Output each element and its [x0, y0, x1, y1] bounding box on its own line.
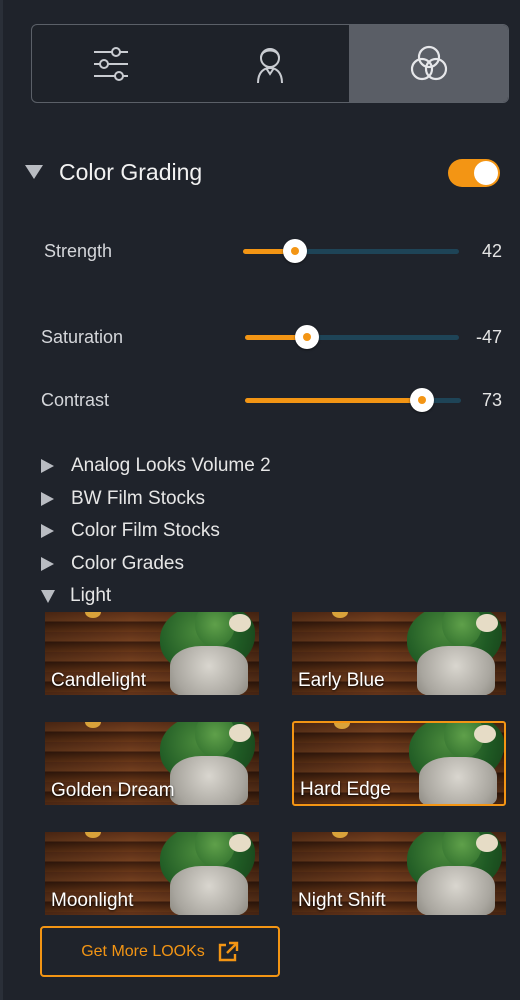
- slider-value: -47: [475, 327, 502, 347]
- bag-decoration: [417, 646, 495, 695]
- color-circles-icon: [410, 45, 447, 80]
- collapse-triangle-icon: [41, 589, 55, 603]
- bag-decoration: [170, 646, 248, 695]
- look-label: Moonlight: [51, 890, 134, 911]
- expand-triangle-icon: [41, 524, 54, 539]
- category-analog-looks[interactable]: Analog Looks Volume 2: [41, 450, 271, 483]
- category-label: BW Film Stocks: [71, 487, 206, 509]
- look-tile-golden-dream[interactable]: Golden Dream: [45, 722, 259, 805]
- slider-fill: [245, 398, 423, 403]
- garlic-decoration: [229, 724, 251, 742]
- garlic-decoration: [229, 834, 251, 852]
- slider-label: Strength: [44, 241, 113, 261]
- panel-edge: [0, 0, 3, 1000]
- sliders-icon: [94, 46, 129, 81]
- expand-triangle-icon: [41, 491, 54, 506]
- bag-decoration: [170, 866, 248, 915]
- looks-category-tree: Analog Looks Volume 2 BW Film Stocks Col…: [41, 450, 271, 613]
- look-tile-early-blue[interactable]: Early Blue: [292, 612, 506, 695]
- bag-decoration: [170, 756, 248, 805]
- look-tile-night-shift[interactable]: Night Shift: [292, 832, 506, 915]
- look-tile-candlelight[interactable]: Candlelight: [45, 612, 259, 695]
- garlic-decoration: [229, 614, 251, 632]
- color-grading-toggle[interactable]: [448, 159, 500, 187]
- category-light[interactable]: Light: [41, 580, 271, 613]
- mode-tabs: [31, 24, 509, 103]
- category-label: Light: [70, 585, 112, 607]
- category-color-grades[interactable]: Color Grades: [41, 548, 271, 581]
- look-label: Golden Dream: [51, 780, 175, 801]
- saturation-slider-row: Saturation -47: [0, 322, 520, 352]
- slider-label: Contrast: [41, 390, 110, 410]
- slider-thumb[interactable]: [410, 388, 435, 412]
- garlic-decoration: [476, 834, 498, 852]
- look-label: Night Shift: [298, 890, 386, 911]
- portrait-icon: [257, 47, 283, 83]
- garlic-decoration: [476, 614, 498, 632]
- category-bw-film-stocks[interactable]: BW Film Stocks: [41, 483, 271, 516]
- tab-portrait[interactable]: [191, 25, 350, 102]
- strength-slider[interactable]: [243, 239, 459, 263]
- strength-slider-row: Strength 42: [0, 236, 520, 266]
- look-label: Candlelight: [51, 670, 147, 691]
- expand-triangle-icon: [41, 459, 54, 474]
- slider-thumb[interactable]: [282, 239, 307, 263]
- section-title: Color Grading: [59, 158, 203, 185]
- category-color-film-stocks[interactable]: Color Film Stocks: [41, 515, 271, 548]
- category-label: Analog Looks Volume 2: [71, 455, 271, 477]
- color-grading-header[interactable]: Color Grading: [25, 152, 501, 192]
- collapse-triangle-icon[interactable]: [25, 165, 43, 179]
- slider-value: 42: [481, 241, 502, 261]
- contrast-slider[interactable]: [245, 388, 461, 412]
- tab-adjustments[interactable]: [32, 25, 191, 102]
- tab-color[interactable]: [349, 25, 508, 102]
- get-more-looks-button[interactable]: Get More LOOKs: [40, 926, 280, 977]
- look-label: Early Blue: [298, 670, 385, 691]
- slider-thumb[interactable]: [295, 325, 320, 349]
- look-label: Hard Edge: [300, 779, 391, 800]
- slider-label: Saturation: [41, 327, 124, 347]
- look-tile-moonlight[interactable]: Moonlight: [45, 832, 259, 915]
- external-link-icon: [218, 941, 238, 961]
- bag-decoration: [419, 757, 497, 804]
- bag-decoration: [417, 866, 495, 915]
- expand-triangle-icon: [41, 556, 54, 571]
- look-tile-hard-edge[interactable]: Hard Edge: [292, 721, 506, 806]
- toggle-knob: [474, 161, 498, 185]
- contrast-slider-row: Contrast 73: [0, 385, 520, 415]
- saturation-slider[interactable]: [245, 325, 459, 349]
- slider-value: 73: [481, 390, 502, 410]
- get-more-label: Get More LOOKs: [81, 942, 205, 960]
- category-label: Color Grades: [71, 552, 184, 574]
- garlic-decoration: [474, 725, 496, 743]
- category-label: Color Film Stocks: [71, 520, 220, 542]
